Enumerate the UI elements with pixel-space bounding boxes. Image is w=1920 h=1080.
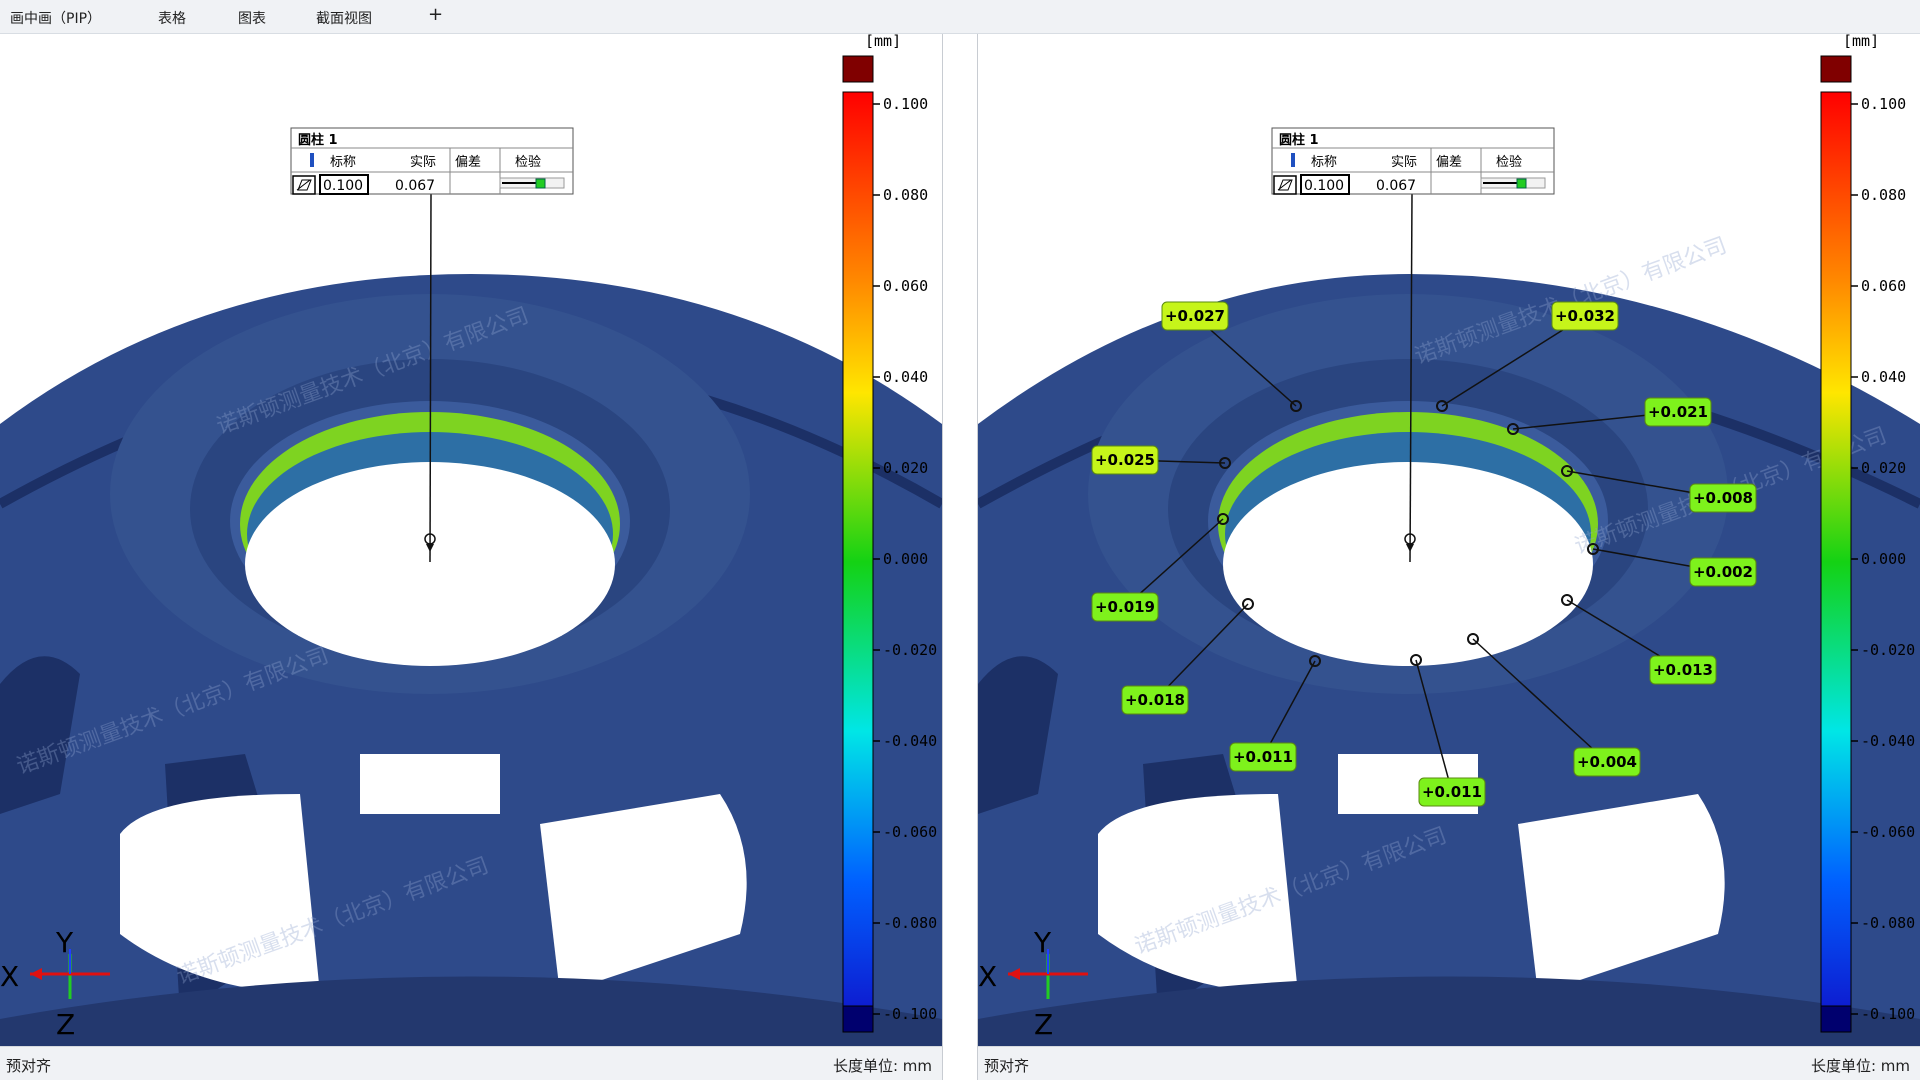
- table-icon: [1291, 153, 1295, 167]
- header-deviation: 偏差: [455, 155, 481, 170]
- colorbar-tick-label: 0.000: [1861, 550, 1906, 568]
- colorbar-tick-label: 0.020: [1861, 459, 1906, 477]
- nominal-value: 0.100: [1304, 178, 1344, 194]
- view-tab-bar: 画中画（PIP） 表格 图表 截面视图 +: [0, 0, 1920, 34]
- header-check: 检验: [515, 154, 541, 170]
- header-check: 检验: [1496, 154, 1522, 170]
- 3d-viewport-right[interactable]: 诺斯顿测量技术（北京）有限公司 诺斯顿测量技术（北京）有限公司 诺斯顿测量技术（…: [978, 34, 1920, 1046]
- inspection-table[interactable]: 圆柱 1 标称 实际 偏差 检验 0.100 0.067: [290, 127, 574, 195]
- 3d-viewport-left[interactable]: 诺斯顿测量技术（北京）有限公司 诺斯顿测量技术（北京）有限公司 诺斯顿测量技术（…: [0, 34, 942, 1046]
- deviation-value-label: +0.002: [1693, 563, 1753, 581]
- colorbar-tick-label: -0.020: [1861, 641, 1915, 659]
- colorbar-tick-label: -0.060: [883, 823, 937, 841]
- axis-x-label: X: [978, 960, 997, 993]
- table-icon: [310, 153, 314, 167]
- colorbar-tick-label: 0.020: [883, 459, 928, 477]
- colorbar-unit: [mm]: [865, 34, 901, 50]
- part-model: [0, 274, 942, 1046]
- colorbar-tick-label: 0.100: [883, 95, 928, 113]
- colorbar-tick-label: 0.000: [883, 550, 928, 568]
- deviation-value-label: +0.021: [1648, 403, 1708, 421]
- actual-value: 0.067: [1376, 178, 1416, 194]
- length-unit-status: 长度单位: mm: [1810, 1057, 1910, 1075]
- inspection-table[interactable]: 圆柱 1 标称 实际 偏差 检验 0.100 0.067: [1271, 127, 1555, 195]
- colorbar-tick-label: 0.080: [883, 186, 928, 204]
- tab-table[interactable]: 表格: [158, 8, 186, 28]
- colorbar-tick-label: -0.080: [883, 914, 937, 932]
- colorbar-tick-label: 0.060: [1861, 277, 1906, 295]
- header-deviation: 偏差: [1436, 155, 1462, 170]
- add-tab-button[interactable]: +: [428, 4, 443, 25]
- table-title: 圆柱 1: [298, 132, 338, 148]
- header-nominal: 标称: [330, 155, 356, 170]
- deviation-value-label: +0.004: [1577, 753, 1637, 771]
- deviation-value-label: +0.018: [1125, 691, 1185, 709]
- colorbar-tick-label: 0.040: [1861, 368, 1906, 386]
- deviation-value-label: +0.011: [1422, 783, 1482, 801]
- axis-z-label: Z: [1034, 1008, 1053, 1041]
- colorbar-tick-label: -0.080: [1861, 914, 1915, 932]
- header-actual: 实际: [1391, 155, 1417, 170]
- deviation-value-label: +0.032: [1555, 307, 1615, 325]
- nominal-value: 0.100: [323, 178, 363, 194]
- view-splitter[interactable]: [942, 34, 978, 1080]
- header-actual: 实际: [410, 155, 436, 170]
- deviation-value-label: +0.011: [1233, 748, 1293, 766]
- actual-value: 0.067: [395, 178, 435, 194]
- axis-z-label: Z: [56, 1008, 75, 1041]
- tab-chart[interactable]: 图表: [238, 8, 266, 28]
- deviation-value-label: +0.013: [1653, 661, 1713, 679]
- tab-section-view[interactable]: 截面视图: [316, 8, 372, 28]
- status-bar-left: 预对齐 长度单位: mm: [0, 1046, 942, 1080]
- check-indicator: [1516, 178, 1527, 189]
- deviation-value-label: +0.025: [1095, 451, 1155, 469]
- deviation-value-label: +0.027: [1165, 307, 1225, 325]
- status-bar-right: 预对齐 长度单位: mm: [978, 1046, 1920, 1080]
- axis-y-label: Y: [55, 926, 74, 959]
- part-model: [978, 274, 1920, 1046]
- colorbar-tick-label: -0.060: [1861, 823, 1915, 841]
- tab-pip[interactable]: 画中画（PIP）: [10, 8, 101, 28]
- colorbar-tick-label: -0.100: [1861, 1005, 1915, 1023]
- colorbar-tick-label: 0.060: [883, 277, 928, 295]
- colorbar-tick-label: 0.100: [1861, 95, 1906, 113]
- table-title: 圆柱 1: [1279, 132, 1319, 148]
- colorbar-tick-label: -0.040: [883, 732, 937, 750]
- colorbar-tick-label: 0.040: [883, 368, 928, 386]
- alignment-status: 预对齐: [6, 1057, 52, 1075]
- colorbar-tick-label: -0.040: [1861, 732, 1915, 750]
- viewport-canvas-right[interactable]: 诺斯顿测量技术（北京）有限公司 诺斯顿测量技术（北京）有限公司 诺斯顿测量技术（…: [978, 34, 1920, 1046]
- header-nominal: 标称: [1311, 155, 1337, 170]
- colorbar-tick-label: -0.020: [883, 641, 937, 659]
- axis-x-label: X: [0, 960, 19, 993]
- alignment-status: 预对齐: [984, 1057, 1030, 1075]
- axis-y-label: Y: [1033, 926, 1052, 959]
- colorbar-unit: [mm]: [1843, 34, 1879, 50]
- check-indicator: [535, 178, 546, 189]
- deviation-value-label: +0.019: [1095, 598, 1155, 616]
- viewport-canvas[interactable]: 诺斯顿测量技术（北京）有限公司 诺斯顿测量技术（北京）有限公司 诺斯顿测量技术（…: [0, 34, 942, 1046]
- deviation-value-label: +0.008: [1693, 489, 1753, 507]
- length-unit-status: 长度单位: mm: [832, 1057, 932, 1075]
- colorbar-tick-label: 0.080: [1861, 186, 1906, 204]
- colorbar-tick-label: -0.100: [883, 1005, 937, 1023]
